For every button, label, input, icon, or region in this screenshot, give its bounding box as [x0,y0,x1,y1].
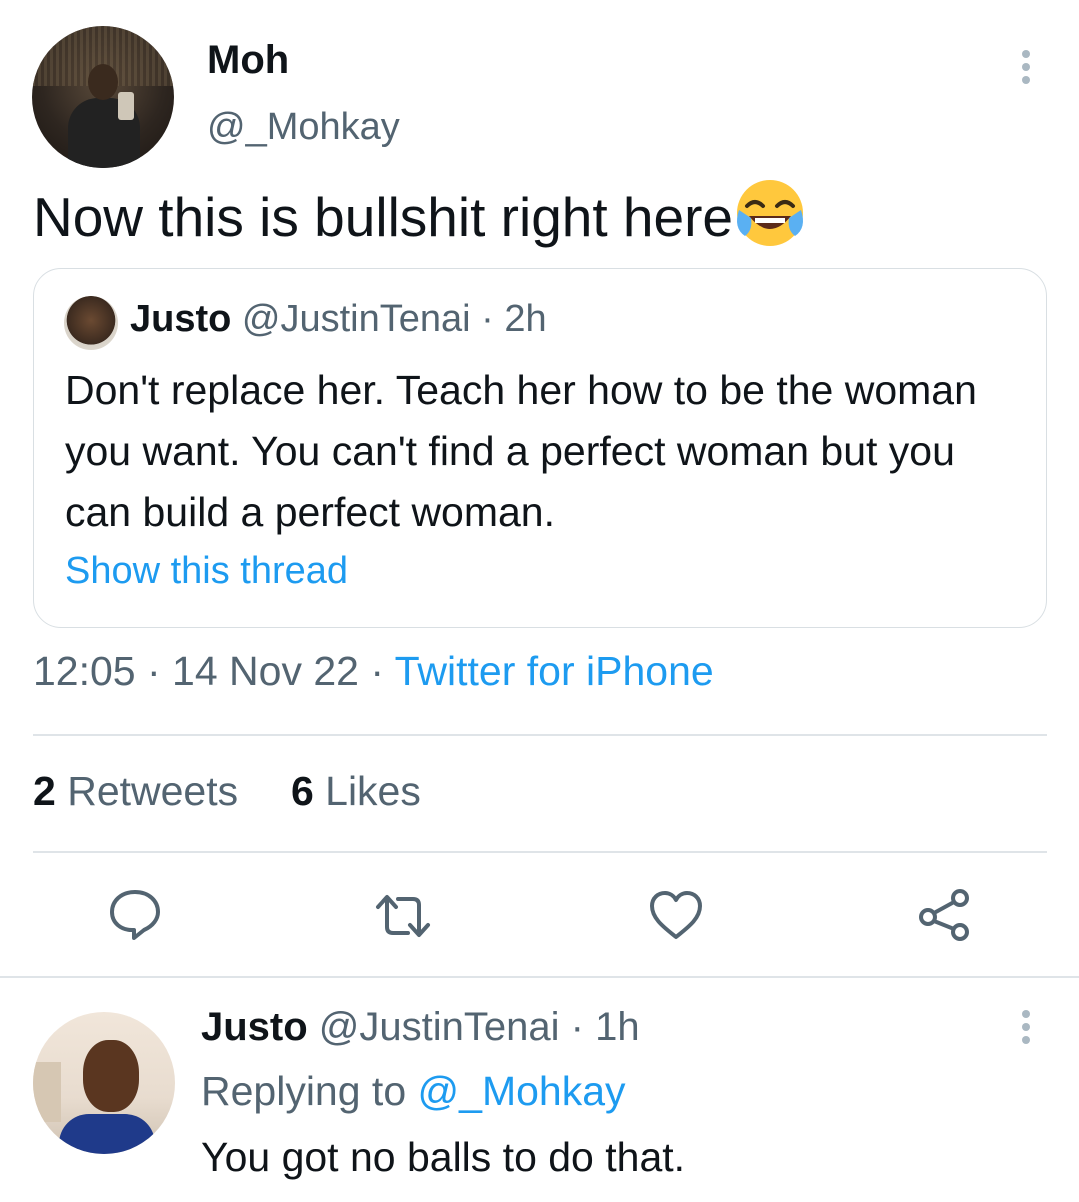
show-thread-link[interactable]: Show this thread [65,550,348,593]
divider [33,734,1047,736]
divider [33,851,1047,853]
author-avatar[interactable] [32,26,174,168]
tweet-text: Now this is bullshit right here [33,176,807,253]
tweet-timestamp[interactable]: 12:05 · 14 Nov 22 · [33,648,395,694]
reply-author-avatar[interactable] [33,1012,175,1154]
face-with-tears-of-joy-icon [737,180,804,246]
reply-author-handle-time: @JustinTenai · 1h [307,1005,640,1049]
quoted-author-name[interactable]: Justo [130,298,231,340]
tweet-source[interactable]: Twitter for iPhone [395,648,714,694]
quoted-author-handle-time: @JustinTenai · 2h [231,298,547,340]
retweets-stat[interactable]: 2 Retweets [33,768,238,814]
likes-stat[interactable]: 6 Likes [291,768,421,814]
section-divider [0,976,1079,978]
share-icon[interactable] [914,884,976,946]
retweet-icon[interactable] [372,885,434,947]
reply-text: You got no balls to do that. [201,1134,686,1180]
reply-more-options-icon[interactable] [1019,1010,1033,1050]
likes-count: 6 [290,768,314,814]
like-icon[interactable] [645,885,707,947]
more-options-icon[interactable] [1019,50,1033,90]
quoted-author-avatar[interactable] [64,296,118,350]
reply-header: Justo @JustinTenai · 1h [201,1005,640,1050]
author-name[interactable]: Moh [207,38,289,83]
retweets-label: Retweets [55,768,239,814]
tweet-stats: 2 Retweets 6 Likes [33,768,421,815]
tweet-meta: 12:05 · 14 Nov 22 · Twitter for iPhone [33,648,714,695]
reply-author-name[interactable]: Justo [201,1005,308,1049]
author-handle[interactable]: @_Mohkay [207,106,400,149]
tweet-text-body: Now this is bullshit right here [33,186,734,248]
replying-to-label: Replying to [201,1068,418,1114]
likes-label: Likes [313,768,421,814]
replying-to-mention[interactable]: @_Mohkay [418,1068,626,1114]
reply-icon[interactable] [104,883,166,945]
retweets-count: 2 [33,768,56,814]
quoted-tweet-header: Justo @JustinTenai · 2h [130,298,547,341]
replying-to: Replying to @_Mohkay [201,1068,626,1115]
quoted-tweet-text: Don't replace her. Teach her how to be t… [65,367,977,535]
